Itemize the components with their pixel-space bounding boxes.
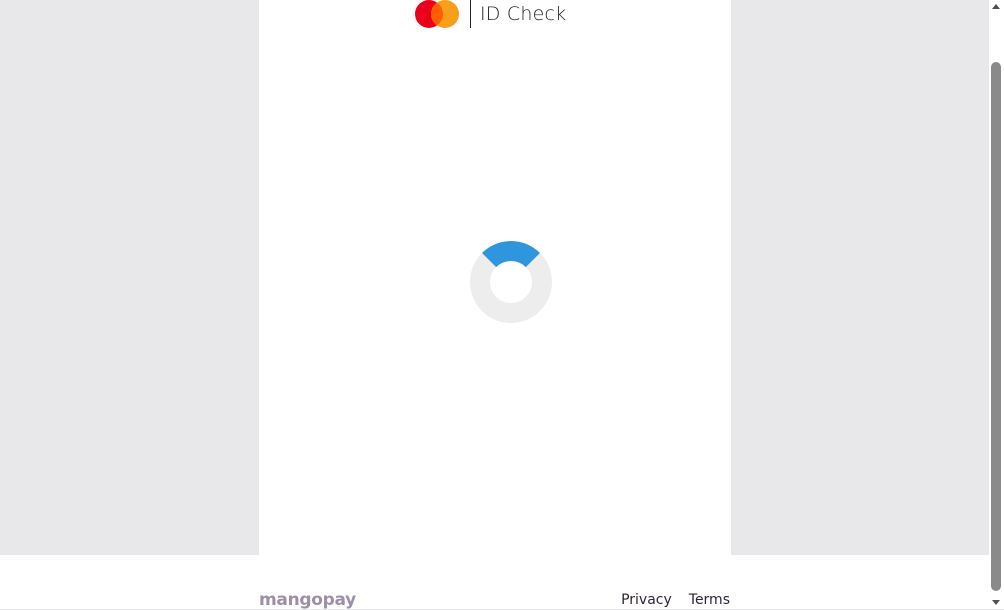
id-check-panel: ID Check (259, 0, 731, 555)
mastercard-logo (415, 0, 459, 28)
scrollbar-thumb[interactable] (991, 62, 1001, 591)
id-check-title: ID Check (480, 3, 567, 25)
terms-link[interactable]: Terms (689, 592, 730, 608)
scroll-up-arrow-icon[interactable] (992, 4, 1000, 9)
vertical-scrollbar[interactable] (989, 0, 1004, 609)
mangopay-logo: mangopay (259, 590, 356, 610)
scroll-down-arrow-icon[interactable] (992, 600, 1000, 605)
brand-divider (470, 0, 471, 28)
page-footer: mangopay Privacy Terms (0, 555, 989, 610)
page-viewport: ID Check mangopay Privacy Terms (0, 0, 989, 610)
footer-links: Privacy Terms (621, 592, 730, 608)
privacy-link[interactable]: Privacy (621, 592, 672, 608)
id-check-header: ID Check (415, 0, 566, 28)
loading-spinner-icon (470, 241, 552, 323)
